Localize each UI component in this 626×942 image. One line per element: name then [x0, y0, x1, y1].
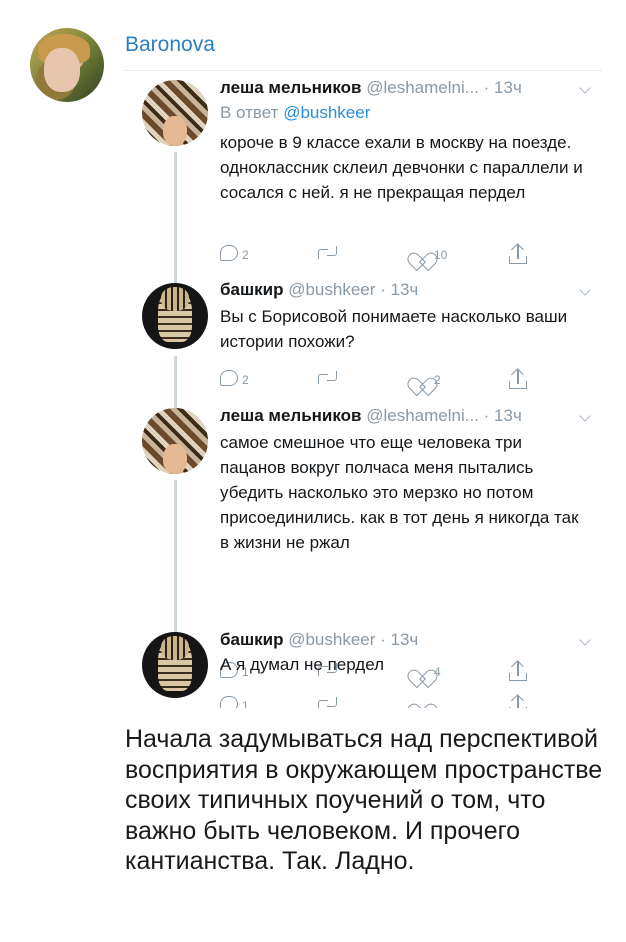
retweet-icon — [316, 246, 340, 260]
display-name[interactable]: леша мельников — [220, 78, 362, 97]
divider — [124, 70, 602, 71]
like-count: 10 — [434, 248, 448, 262]
heart-icon — [412, 696, 431, 708]
avatar[interactable] — [142, 632, 208, 698]
avatar[interactable] — [142, 283, 208, 349]
tweet-actions: 2 10 — [220, 243, 530, 265]
author-name[interactable]: Baronova — [125, 33, 215, 57]
heart-icon — [412, 245, 431, 262]
tweet-actions: 2 2 — [220, 368, 530, 390]
reply-icon — [220, 696, 238, 708]
handle[interactable]: @leshamelni... — [366, 78, 479, 97]
reply-to-handle[interactable]: @bushkeer — [283, 103, 370, 122]
reply-context: В ответ @bushkeer — [220, 103, 370, 123]
tweet-actions: 1 — [220, 694, 530, 708]
reply-prefix: В ответ — [220, 103, 279, 122]
tweet-header: башкир @bushkeer · 13ч — [220, 280, 418, 300]
retweet-icon — [316, 697, 340, 708]
display-name[interactable]: башкир — [220, 630, 283, 649]
timestamp: · 13ч — [380, 630, 419, 649]
heart-icon — [412, 370, 431, 387]
reply-icon — [220, 370, 238, 386]
display-name[interactable]: леша мельников — [220, 406, 362, 425]
previous-message-fragment — [118, 0, 148, 2]
tweet-header: леша мельников @leshamelni... · 13ч — [220, 78, 522, 98]
timestamp: · 13ч — [483, 406, 522, 425]
reply-count: 2 — [242, 373, 249, 387]
handle[interactable]: @leshamelni... — [366, 406, 479, 425]
tweet-text: А я думал не пердел — [220, 655, 385, 674]
like-count: 2 — [434, 373, 441, 387]
tweet-text: Вы с Борисовой понимаете насколько ваши … — [220, 307, 568, 351]
avatar[interactable] — [142, 80, 208, 146]
tweet-text: самое смешное что еще человека три пацан… — [220, 433, 579, 552]
reply-count: 1 — [242, 699, 249, 708]
handle[interactable]: @bushkeer — [288, 630, 375, 649]
author-avatar[interactable] — [30, 28, 104, 102]
share-icon — [508, 694, 528, 708]
post-caption: Начала задумываться над перспективой вос… — [125, 725, 603, 875]
display-name[interactable]: башкир — [220, 280, 283, 299]
avatar[interactable] — [142, 408, 208, 474]
tweet-header: башкир @bushkeer · 13ч — [220, 630, 418, 650]
chevron-down-icon[interactable] — [580, 86, 590, 96]
retweet-icon — [316, 371, 340, 385]
share-icon — [508, 243, 528, 265]
timestamp: · 13ч — [380, 280, 419, 299]
tweet-thread-screenshot: леша мельников @leshamelni... · 13ч В от… — [124, 70, 602, 710]
tweet-text: короче в 9 классе ехали в москву на поез… — [220, 133, 583, 202]
chevron-down-icon[interactable] — [580, 414, 590, 424]
timestamp: · 13ч — [483, 78, 522, 97]
handle[interactable]: @bushkeer — [288, 280, 375, 299]
chevron-down-icon[interactable] — [580, 638, 590, 648]
chevron-down-icon[interactable] — [580, 288, 590, 298]
share-icon — [508, 368, 528, 390]
reply-icon — [220, 245, 238, 261]
reply-count: 2 — [242, 248, 249, 262]
tweet-header: леша мельников @leshamelni... · 13ч — [220, 406, 522, 426]
